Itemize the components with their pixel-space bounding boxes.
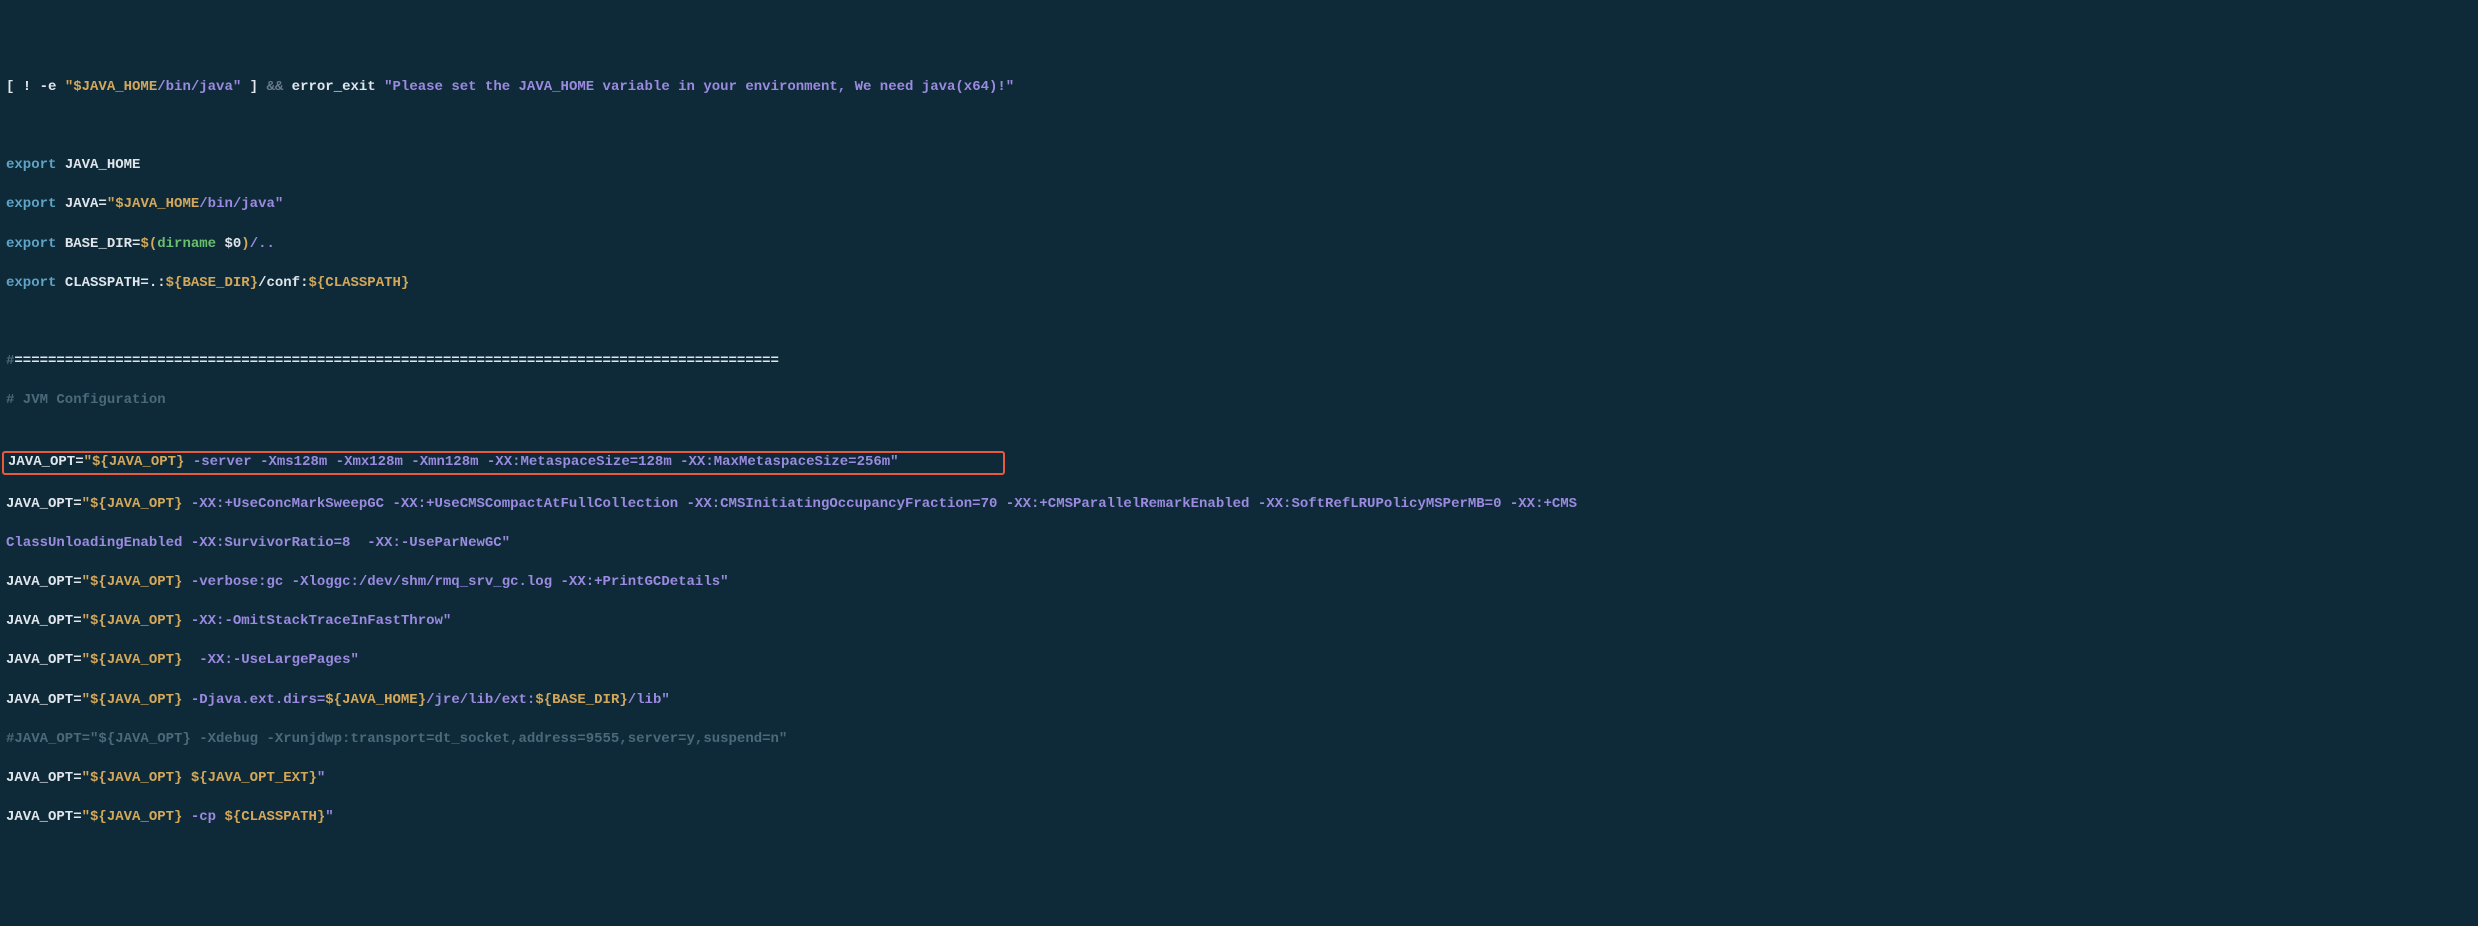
code-line: [ ! -e "$JAVA_HOME/bin/java" ] && error_… <box>0 78 2478 98</box>
code-line: export CLASSPATH=.:${BASE_DIR}/conf:${CL… <box>0 274 2478 294</box>
code-line-blank <box>0 118 2478 137</box>
highlight-box: JAVA_OPT="${JAVA_OPT} -server -Xms128m -… <box>2 451 1005 475</box>
comment-line: # JVM Configuration <box>0 391 2478 411</box>
code-line-blank <box>0 313 2478 332</box>
code-line: JAVA_OPT="${JAVA_OPT} -XX:-OmitStackTrac… <box>0 612 2478 632</box>
separator-line: #=======================================… <box>0 352 2478 372</box>
code-line: export JAVA="$JAVA_HOME/bin/java" <box>0 195 2478 215</box>
code-line: JAVA_OPT="${JAVA_OPT} -XX:+UseConcMarkSw… <box>0 495 2478 515</box>
code-line: JAVA_OPT="${JAVA_OPT} -Djava.ext.dirs=${… <box>0 691 2478 711</box>
code-line: export BASE_DIR=$(dirname $0)/.. <box>0 235 2478 255</box>
code-line: JAVA_OPT="${JAVA_OPT} ${JAVA_OPT_EXT}" <box>0 769 2478 789</box>
code-line: JAVA_OPT="${JAVA_OPT} -verbose:gc -Xlogg… <box>0 573 2478 593</box>
code-line: export JAVA_HOME <box>0 156 2478 176</box>
code-line: JAVA_OPT="${JAVA_OPT} -cp ${CLASSPATH}" <box>0 808 2478 828</box>
highlighted-code-line: JAVA_OPT="${JAVA_OPT} -server -Xms128m -… <box>0 451 2478 475</box>
code-line: ClassUnloadingEnabled -XX:SurvivorRatio=… <box>0 534 2478 554</box>
comment-line: #JAVA_OPT="${JAVA_OPT} -Xdebug -Xrunjdwp… <box>0 730 2478 750</box>
code-line: JAVA_OPT="${JAVA_OPT} -XX:-UseLargePages… <box>0 651 2478 671</box>
